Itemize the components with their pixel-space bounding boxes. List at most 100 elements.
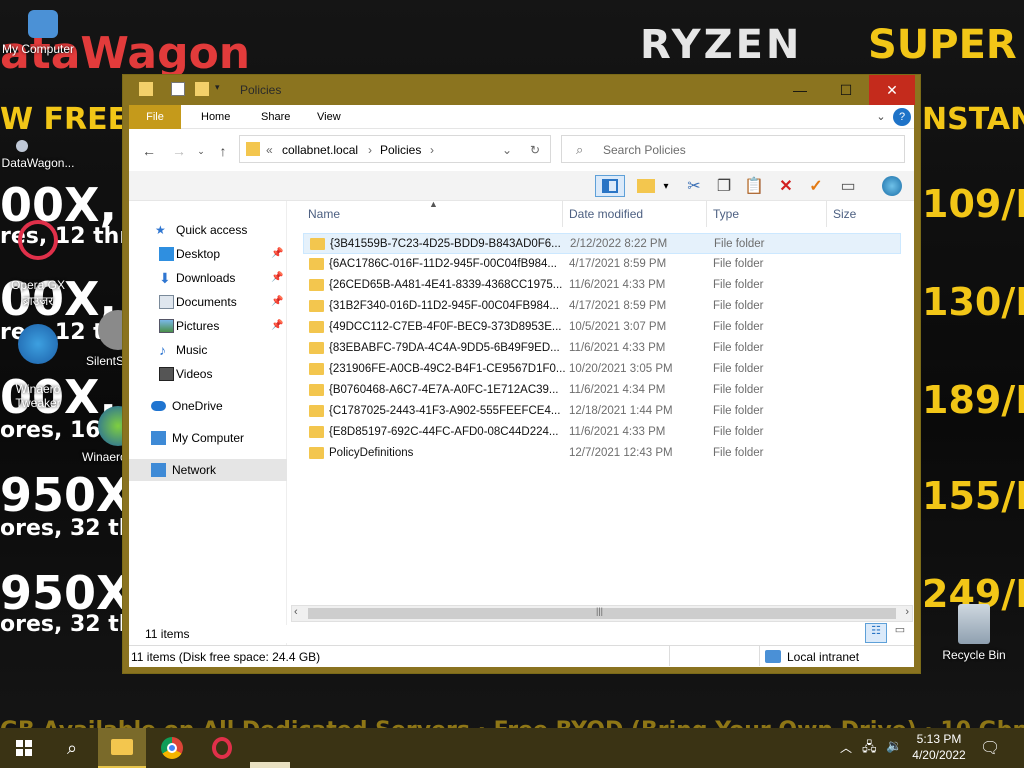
intranet-icon [765,650,781,663]
breadcrumb-policies[interactable]: Policies [380,143,421,157]
rename-check-icon[interactable]: ✓ [805,175,827,197]
taskbar-chrome[interactable] [148,728,196,768]
videos-icon [159,367,174,381]
pin-icon[interactable]: 📌 [271,315,283,337]
network-globe-icon[interactable] [881,175,903,197]
preview-pane-icon[interactable] [595,175,625,197]
start-button[interactable] [0,728,48,768]
recent-locations-icon[interactable]: ⌄ [191,141,211,161]
nav-pictures[interactable]: Pictures 📌 [129,315,287,337]
breadcrumb-collabnet[interactable]: collabnet.local [282,143,358,157]
desktop-icon-label: Recycle Bin [942,648,1006,662]
close-button[interactable]: ✕ [869,75,915,105]
search-box[interactable]: ⌕ Search Policies [561,135,905,163]
pin-icon[interactable]: 📌 [271,291,283,313]
nav-music[interactable]: ♪ Music [129,339,287,361]
maximize-button[interactable]: ☐ [823,75,869,105]
tab-file[interactable]: File [129,105,181,129]
tab-home[interactable]: Home [189,105,242,129]
wallpaper-headline: RYZEN [640,22,803,68]
table-row[interactable]: {3B41559B-7C23-4D25-BDD9-B843AD0F6... 2/… [303,233,901,254]
zone-label: Local intranet [787,650,860,664]
nav-onedrive[interactable]: OneDrive [129,395,287,417]
tab-view[interactable]: View [305,105,353,129]
table-row[interactable]: {26CED65B-A481-4E41-8339-4368CC1975... 1… [303,275,901,296]
network-tray-icon[interactable]: 🖧 [862,738,877,760]
search-button[interactable]: ⌕ [48,728,96,768]
copy-icon[interactable]: ❐ [713,175,735,197]
chevron-down-icon[interactable]: ▾ [215,82,229,96]
forward-button[interactable]: → [169,141,189,161]
nav-quick-access[interactable]: ★ Quick access [129,219,287,241]
nav-videos[interactable]: Videos [129,363,287,385]
address-dropdown-icon[interactable]: ⌄ [502,143,512,157]
volume-icon[interactable]: 🔉 [886,738,902,754]
column-header-date[interactable]: Date modified [563,201,707,227]
taskbar-opera-gx[interactable] [198,728,246,768]
pin-icon[interactable]: 📌 [271,243,283,265]
nav-network[interactable]: Network [129,459,287,481]
nav-desktop[interactable]: Desktop 📌 [129,243,287,265]
table-row[interactable]: {49DCC112-C7EB-4F0F-BEC9-373D8953E... 10… [303,317,901,338]
desktop-icon-label: Opera GX ब्राउज़र [10,278,66,308]
nav-label: Documents [176,295,237,309]
properties-icon[interactable] [171,82,185,96]
up-button[interactable]: ↑ [213,141,233,161]
title-bar[interactable]: ▾ Policies — ☐ ✕ [123,75,920,105]
clock[interactable]: 5:13 PM 4/20/2022 [908,732,970,762]
tab-share[interactable]: Share [249,105,302,129]
table-row[interactable]: {83EBABFC-79DA-4C4A-9DD5-6B49F9ED... 11/… [303,338,901,359]
desktop-icon-datawagon[interactable]: DataWagon... [0,140,76,170]
nav-downloads[interactable]: ⬇ Downloads 📌 [129,267,287,289]
wallpaper-row-right: 155/M [922,474,1024,518]
file-date: 11/6/2021 4:34 PM [569,384,666,396]
file-date: 4/17/2021 8:59 PM [569,300,667,312]
table-row[interactable]: PolicyDefinitions 12/7/2021 12:43 PM Fil… [303,443,901,464]
details-view-icon[interactable]: ☷ [865,623,887,643]
chevron-down-icon[interactable]: ▾ [655,175,677,197]
desktop-icon-winaero-tweaker[interactable]: Winaero Tweaker [0,310,76,424]
properties-icon[interactable]: ▭ [837,175,859,197]
hidden-icons-chevron[interactable]: ︿ [840,739,852,756]
folder-icon [309,447,324,459]
pin-icon[interactable]: 📌 [271,267,283,289]
table-row[interactable]: {31B2F340-016D-11D2-945F-00C04FB984... 4… [303,296,901,317]
scroll-right-icon[interactable]: › [905,606,909,618]
table-row[interactable]: {231906FE-A0CB-49C2-B4F1-CE9567D1F0... 1… [303,359,901,380]
table-row[interactable]: {E8D85197-692C-44FC-AFD0-08C44D224... 11… [303,422,901,443]
large-icons-view-icon[interactable]: ▭ [889,623,911,643]
table-row[interactable]: {B0760468-A6C7-4E7A-A0FC-1E712AC39... 11… [303,380,901,401]
computer-icon [28,10,58,38]
minimize-button[interactable]: — [777,75,823,105]
clock-time: 5:13 PM [916,732,962,746]
paste-icon[interactable]: 📋 [743,175,765,197]
column-header-name[interactable]: Name [291,201,563,227]
address-overflow[interactable]: « [266,143,273,157]
scroll-left-icon[interactable]: ‹ [294,606,298,618]
new-folder-icon[interactable] [195,82,209,96]
refresh-icon[interactable]: ↻ [530,143,540,157]
horizontal-scrollbar[interactable]: ‹ ||| › [291,605,913,622]
desktop-icon-recycle-bin[interactable]: Recycle Bin [936,604,1012,662]
back-button[interactable]: ← [139,141,159,161]
table-row[interactable]: {6AC1786C-016F-11D2-945F-00C04fB984... 4… [303,254,901,275]
file-type: File folder [713,321,764,333]
delete-icon[interactable]: ✕ [775,175,797,197]
wallpaper-banner-right: NSTANT [922,102,1024,137]
chevron-right-icon[interactable]: › [430,143,434,157]
taskbar-file-explorer[interactable] [98,728,146,768]
desktop-icon-my-computer[interactable]: My Computer [0,10,76,56]
column-header-size[interactable]: Size [827,201,907,227]
new-folder-icon[interactable] [635,175,657,197]
nav-documents[interactable]: Documents 📌 [129,291,287,313]
address-bar[interactable]: « collabnet.local › Policies › ⌄ ↻ [239,135,551,163]
table-row[interactable]: {C1787025-2443-41F3-A902-555FEEFCE4... 1… [303,401,901,422]
chevron-right-icon[interactable]: › [368,143,372,157]
column-header-type[interactable]: Type [707,201,827,227]
nav-my-computer[interactable]: My Computer [129,427,287,449]
ribbon-expand-icon[interactable]: ⌄ [871,107,891,127]
desktop-icon-opera-gx[interactable]: Opera GX ब्राउज़र [0,206,76,323]
notification-icon[interactable]: 🗨 [980,738,1000,758]
cut-icon[interactable]: ✂ [683,175,705,197]
help-icon[interactable]: ? [893,108,911,126]
